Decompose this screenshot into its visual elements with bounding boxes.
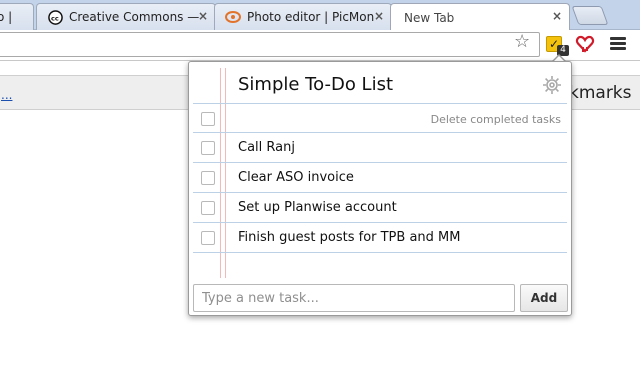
todo-popup: Simple To-Do List Delete completed tasks…	[188, 61, 572, 316]
gear-icon[interactable]	[542, 75, 562, 95]
bookmarks-button[interactable]: kmarks	[566, 75, 640, 110]
todo-extension-button[interactable]: ✓ 4	[544, 34, 569, 56]
task-checkbox[interactable]	[201, 201, 215, 215]
menu-icon[interactable]	[610, 37, 626, 51]
picmonkey-icon	[225, 9, 241, 25]
divider	[193, 192, 567, 193]
toolbar: ☆ ✓ 4	[0, 30, 640, 61]
svg-text:cc: cc	[51, 14, 59, 22]
heart-extension-button[interactable]	[575, 34, 595, 54]
creative-commons-icon: cc	[47, 9, 63, 25]
browser-window: o | cc Creative Commons — A × Photo edit…	[0, 0, 640, 369]
tab-picmonkey[interactable]: Photo editor | PicMonk ×	[214, 3, 392, 30]
divider	[193, 132, 567, 133]
new-tab-button[interactable]	[571, 6, 609, 25]
tab-title: New Tab	[404, 10, 455, 25]
bookmark-link[interactable]: ...	[1, 88, 12, 102]
star-icon[interactable]: ☆	[514, 33, 530, 51]
close-icon[interactable]: ×	[198, 9, 208, 23]
divider	[193, 103, 567, 104]
select-all-checkbox[interactable]	[201, 112, 215, 126]
divider	[193, 222, 567, 223]
task-text[interactable]: Finish guest posts for TPB and MM	[238, 230, 460, 245]
tab-1[interactable]: o |	[0, 3, 34, 30]
tab-creative-commons[interactable]: cc Creative Commons — A ×	[36, 3, 216, 30]
task-checkbox[interactable]	[201, 171, 215, 185]
address-bar[interactable]	[0, 32, 540, 57]
tab-title: o |	[0, 10, 13, 24]
delete-completed-link[interactable]: Delete completed tasks	[431, 113, 561, 126]
divider	[193, 252, 567, 253]
tab-title: Photo editor | PicMonk	[247, 10, 375, 24]
popup-title: Simple To-Do List	[238, 74, 394, 95]
add-task-button[interactable]: Add	[520, 284, 568, 312]
tab-strip: o | cc Creative Commons — A × Photo edit…	[0, 0, 640, 31]
margin-line	[220, 68, 221, 278]
task-text[interactable]: Set up Planwise account	[238, 200, 397, 215]
close-icon[interactable]: ×	[552, 9, 562, 23]
margin-line	[225, 68, 226, 278]
close-icon[interactable]: ×	[374, 9, 384, 23]
heart-icon	[575, 35, 595, 53]
task-checkbox[interactable]	[201, 231, 215, 245]
tab-new-tab[interactable]: New Tab ×	[390, 3, 570, 31]
bookmark-left-panel: ...	[0, 75, 192, 110]
task-text[interactable]: Call Ranj	[238, 140, 295, 155]
task-text[interactable]: Clear ASO invoice	[238, 170, 354, 185]
new-task-input[interactable]	[193, 284, 515, 312]
task-checkbox[interactable]	[201, 141, 215, 155]
tab-title: Creative Commons — A	[69, 10, 199, 24]
divider	[193, 162, 567, 163]
